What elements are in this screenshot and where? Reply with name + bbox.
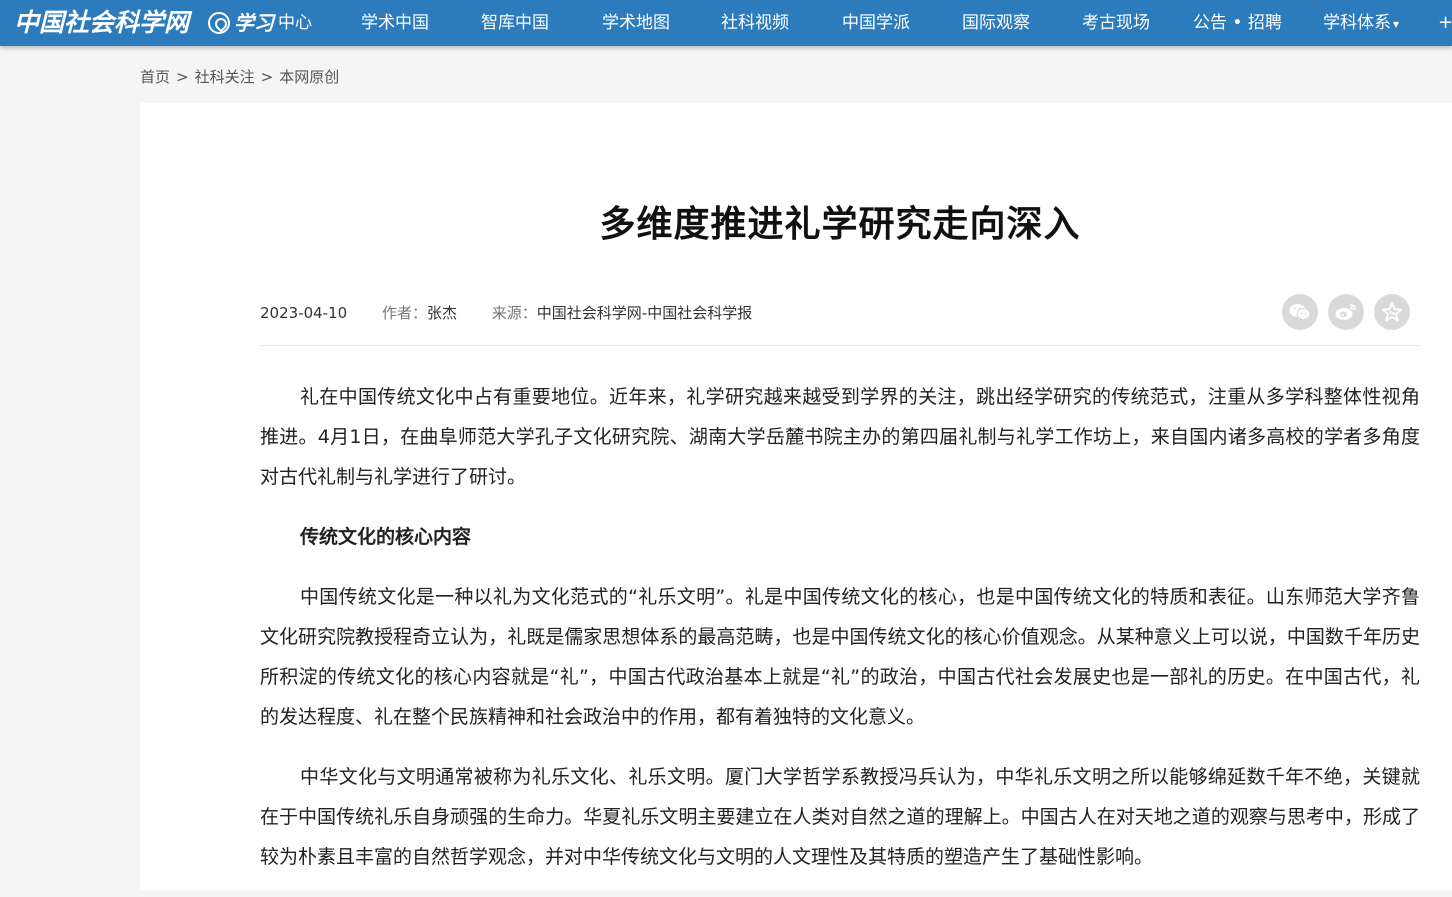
nav-item-video[interactable]: 社科视频 [721,0,789,46]
weibo-share-button[interactable] [1328,294,1364,330]
wechat-share-button[interactable] [1282,294,1318,330]
author-name: 张杰 [426,304,457,322]
site-logo[interactable]: 中国社会科学网 [14,5,189,41]
chevron-down-icon: ▾ [1393,17,1400,31]
study-script: 学习 [234,11,274,35]
source-name: 中国社会科学网-中国社会科学报 [536,304,753,322]
nav-item-academic-china[interactable]: 学术中国 [361,0,429,46]
article-date: 2023-04-10 [260,304,348,322]
nav-item-archaeology[interactable]: 考古现场 [1082,0,1150,46]
weibo-icon [1335,304,1356,320]
article-title-text: 多维度推进礼学研究走向深入 [599,204,1081,245]
article-source: 来源：中国社会科学网-中国社会科学报 [492,304,752,322]
wechat-icon [1289,304,1311,320]
nav-item-international[interactable]: 国际观察 [962,0,1030,46]
breadcrumb-separator-icon: > [176,68,189,86]
article-container: 多维度推进礼学研究走向深入 2023-04-10 作者：张杰 来源：中国社会科学… [140,103,1452,890]
article-subheading: 传统文化的核心内容 [300,526,472,548]
source-label: 来源： [491,304,537,322]
breadcrumb-separator-icon: > [260,68,274,86]
article-body: 礼在中国传统文化中占有重要地位。近年来，礼学研究越来越受到学界的关注，跳出经学研… [260,377,1420,897]
study-badge-icon [208,12,230,34]
nav-item-chinese-school[interactable]: 中国学派 [842,0,910,46]
nav-study-center[interactable]: 学习 中心 [208,0,312,46]
nav-item-academic-map[interactable]: 学术地图 [602,0,670,46]
article-meta: 2023-04-10 作者：张杰 来源：中国社会科学网-中国社会科学报 [260,301,782,325]
article-paragraph: 中华文化与文明通常被称为礼乐文化、礼乐文明。厦门大学哲学系教授冯兵认为，中华礼乐… [260,766,1420,868]
article-author: 作者：张杰 [382,304,457,322]
author-label: 作者： [381,304,427,322]
breadcrumb-section[interactable]: 社科关注 [195,68,255,86]
nav-disciplines-label: 学科体系 [1323,13,1391,33]
favorite-share-button[interactable] [1374,294,1410,330]
study-label: 中心 [278,13,312,33]
more-plus-icon[interactable]: + [1438,0,1452,46]
breadcrumb-home[interactable]: 首页 [140,68,170,86]
nav-item-disciplines[interactable]: 学科体系 ▾ [1323,0,1399,46]
nav-item-notices[interactable]: 公告 • 招聘 [1193,0,1282,46]
article-paragraph: 礼在中国传统文化中占有重要地位。近年来，礼学研究越来越受到学界的关注，跳出经学研… [260,386,1420,488]
share-buttons [1282,294,1410,330]
breadcrumb: 首页 > 社科关注 > 本网原创 [140,66,339,88]
top-navigation: 中国社会科学网 学习 中心 学术中国 智库中国 学术地图 社科视频 中国学派 国… [0,0,1452,46]
favorite-icon [1381,302,1403,322]
article-title: 多维度推进礼学研究走向深入 [140,195,1452,247]
meta-divider [260,345,1420,346]
nav-item-think-tank[interactable]: 智库中国 [481,0,549,46]
breadcrumb-current[interactable]: 本网原创 [279,68,339,86]
article-paragraph: 中国传统文化是一种以礼为文化范式的“礼乐文明”。礼是中国传统文化的核心，也是中国… [260,586,1420,728]
